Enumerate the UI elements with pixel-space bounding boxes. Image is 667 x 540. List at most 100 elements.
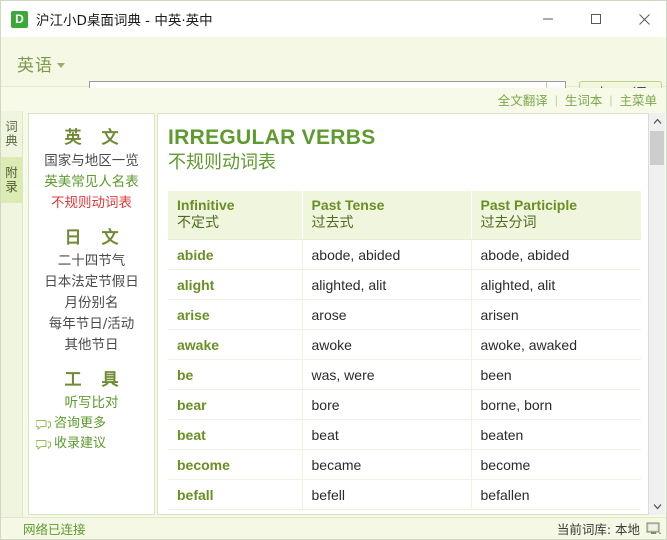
scrollbar-thumb[interactable]	[650, 131, 664, 165]
cell-infinitive: befall	[168, 479, 303, 510]
table-row: arise arose arisen	[168, 299, 641, 330]
table-row: bear bore borne, born	[168, 389, 641, 420]
cell-past-tense: awoke	[302, 329, 472, 360]
cell-past-participle: arisen	[471, 299, 641, 330]
nav-item-submit-suggestion[interactable]: 收录建议	[29, 434, 154, 454]
current-dictionary-text: 当前词库: 本地	[556, 522, 640, 537]
cell-past-tense: beat	[302, 419, 472, 450]
column-header-infinitive: Infinitive 不定式	[168, 191, 303, 240]
title-bar: D 沪江小D桌面词典 - 中英·英中	[1, 1, 666, 37]
nav-item-common-names[interactable]: 英美常见人名表	[29, 172, 154, 193]
application-window: D 沪江小D桌面词典 - 中英·英中 英语 查 词	[0, 0, 667, 540]
cell-past-tense: befell	[302, 479, 472, 510]
cell-infinitive: alight	[168, 269, 303, 300]
page-title-chinese: 不规则动词表	[168, 152, 276, 173]
cell-past-tense: alighted, alit	[302, 269, 472, 300]
cell-infinitive: be	[168, 359, 303, 390]
cell-past-participle: befallen	[471, 479, 641, 510]
scroll-down-arrow-icon[interactable]	[649, 498, 666, 515]
cell-infinitive: beat	[168, 419, 303, 450]
cell-past-participle: become	[471, 449, 641, 480]
nav-item-annual-festivals[interactable]: 每年节日/活动	[29, 314, 154, 335]
language-selector[interactable]: 英语	[17, 51, 65, 76]
nav-item-other-festivals[interactable]: 其他节日	[29, 335, 154, 356]
nav-item-countries-regions[interactable]: 国家与地区一览	[29, 151, 154, 172]
tab-appendix-char-1: 附	[5, 165, 18, 180]
cell-past-tense: arose	[302, 299, 472, 330]
language-label: 英语	[17, 56, 53, 76]
cell-past-participle: awoke, awaked	[471, 329, 641, 360]
link-main-menu[interactable]: 主菜单	[612, 90, 664, 109]
cell-past-tense: became	[302, 449, 472, 480]
irregular-verbs-table: Infinitive 不定式 Past Tense 过去式 Past Parti…	[168, 191, 641, 510]
tab-appendix-char-2: 录	[5, 179, 18, 194]
cell-past-tense: abode, abided	[302, 239, 472, 270]
table-row: abide abode, abided abode, abided	[168, 239, 641, 270]
table-body: abide abode, abided abode, abided alight…	[168, 239, 641, 510]
nav-item-japan-public-holidays[interactable]: 日本法定节假日	[29, 272, 154, 293]
nav-section-heading-english: 英 文	[64, 128, 126, 148]
cell-past-participle: been	[471, 359, 641, 390]
cell-past-participle: abode, abided	[471, 239, 641, 270]
link-vocabulary-book[interactable]: 生词本	[558, 90, 610, 109]
cell-past-tense: bore	[302, 389, 472, 420]
table-header-row: Infinitive 不定式 Past Tense 过去式 Past Parti…	[168, 191, 641, 240]
column-header-past-participle-en: Past Participle	[480, 197, 578, 213]
cell-infinitive: awake	[168, 329, 303, 360]
search-toolbar: 英语 查 词	[1, 37, 666, 108]
speech-bubble-icon	[35, 418, 51, 431]
column-header-past-participle: Past Participle 过去分词	[471, 191, 641, 240]
appendix-nav-panel: 英 文 国家与地区一览 英美常见人名表 不规则动词表 日 文 二十四节气 日本法…	[28, 113, 155, 515]
table-row: be was, were been	[168, 359, 641, 390]
cell-infinitive: bear	[168, 389, 303, 420]
nav-section-heading-tools: 工 具	[64, 370, 126, 390]
vertical-tab-strip: 词 典 附 录	[1, 111, 23, 519]
nav-item-dictation-compare[interactable]: 听写比对	[29, 393, 154, 414]
scroll-up-arrow-icon[interactable]	[649, 113, 666, 130]
app-icon: D	[11, 10, 28, 28]
page-title-english: IRREGULAR VERBS	[168, 126, 376, 149]
cell-past-participle: alighted, alit	[471, 269, 641, 300]
table-row: alight alighted, alit alighted, alit	[168, 269, 641, 300]
cell-past-participle: borne, born	[471, 389, 641, 420]
cell-infinitive: become	[168, 449, 303, 480]
maximize-button[interactable]	[572, 1, 620, 37]
minimize-button[interactable]	[524, 1, 572, 37]
column-header-infinitive-cn: 不定式	[177, 215, 219, 231]
column-header-past-tense: Past Tense 过去式	[302, 191, 472, 240]
speech-bubble-icon	[35, 438, 51, 451]
table-row: beat beat beaten	[168, 419, 641, 450]
nav-section-heading-japanese: 日 文	[64, 228, 126, 248]
monitor-icon[interactable]	[646, 522, 662, 536]
status-bar: 网络已连接 当前词库: 本地	[1, 517, 666, 539]
cell-past-tense: was, were	[302, 359, 472, 390]
nav-item-irregular-verbs[interactable]: 不规则动词表	[29, 193, 154, 214]
tab-dictionary-char-2: 典	[5, 133, 18, 148]
link-full-text-translation[interactable]: 全文翻译	[491, 90, 555, 109]
close-button[interactable]	[620, 1, 666, 37]
nav-item-24-solar-terms[interactable]: 二十四节气	[29, 251, 154, 272]
column-header-past-participle-cn: 过去分词	[480, 215, 537, 231]
tab-dictionary[interactable]: 词 典	[1, 111, 22, 157]
nav-item-consult-more-label: 咨询更多	[54, 416, 107, 431]
column-header-past-tense-cn: 过去式	[311, 215, 354, 231]
window-controls	[524, 1, 666, 37]
column-header-past-tense-en: Past Tense	[311, 197, 385, 213]
content-vertical-scrollbar[interactable]	[648, 113, 665, 515]
network-status-text: 网络已连接	[23, 522, 86, 537]
document-body: IRREGULAR VERBS 不规则动词表 Infinitive 不定式 Pa…	[158, 114, 649, 510]
quick-links-bar: 全文翻译 | 生词本 | 主菜单	[1, 88, 666, 111]
cell-past-participle: beaten	[471, 419, 641, 450]
nav-item-month-alt-names[interactable]: 月份别名	[29, 293, 154, 314]
nav-item-submit-suggestion-label: 收录建议	[54, 436, 107, 451]
tab-dictionary-char-1: 词	[5, 119, 18, 134]
nav-item-consult-more[interactable]: 咨询更多	[29, 414, 154, 434]
chevron-down-icon	[57, 63, 65, 68]
table-row: become became become	[168, 449, 641, 480]
tab-appendix[interactable]: 附 录	[1, 157, 22, 203]
cell-infinitive: abide	[168, 239, 303, 270]
window-title: 沪江小D桌面词典 - 中英·英中	[36, 13, 213, 29]
table-row: awake awoke awoke, awaked	[168, 329, 641, 360]
column-header-infinitive-en: Infinitive	[177, 197, 235, 213]
cell-infinitive: arise	[168, 299, 303, 330]
